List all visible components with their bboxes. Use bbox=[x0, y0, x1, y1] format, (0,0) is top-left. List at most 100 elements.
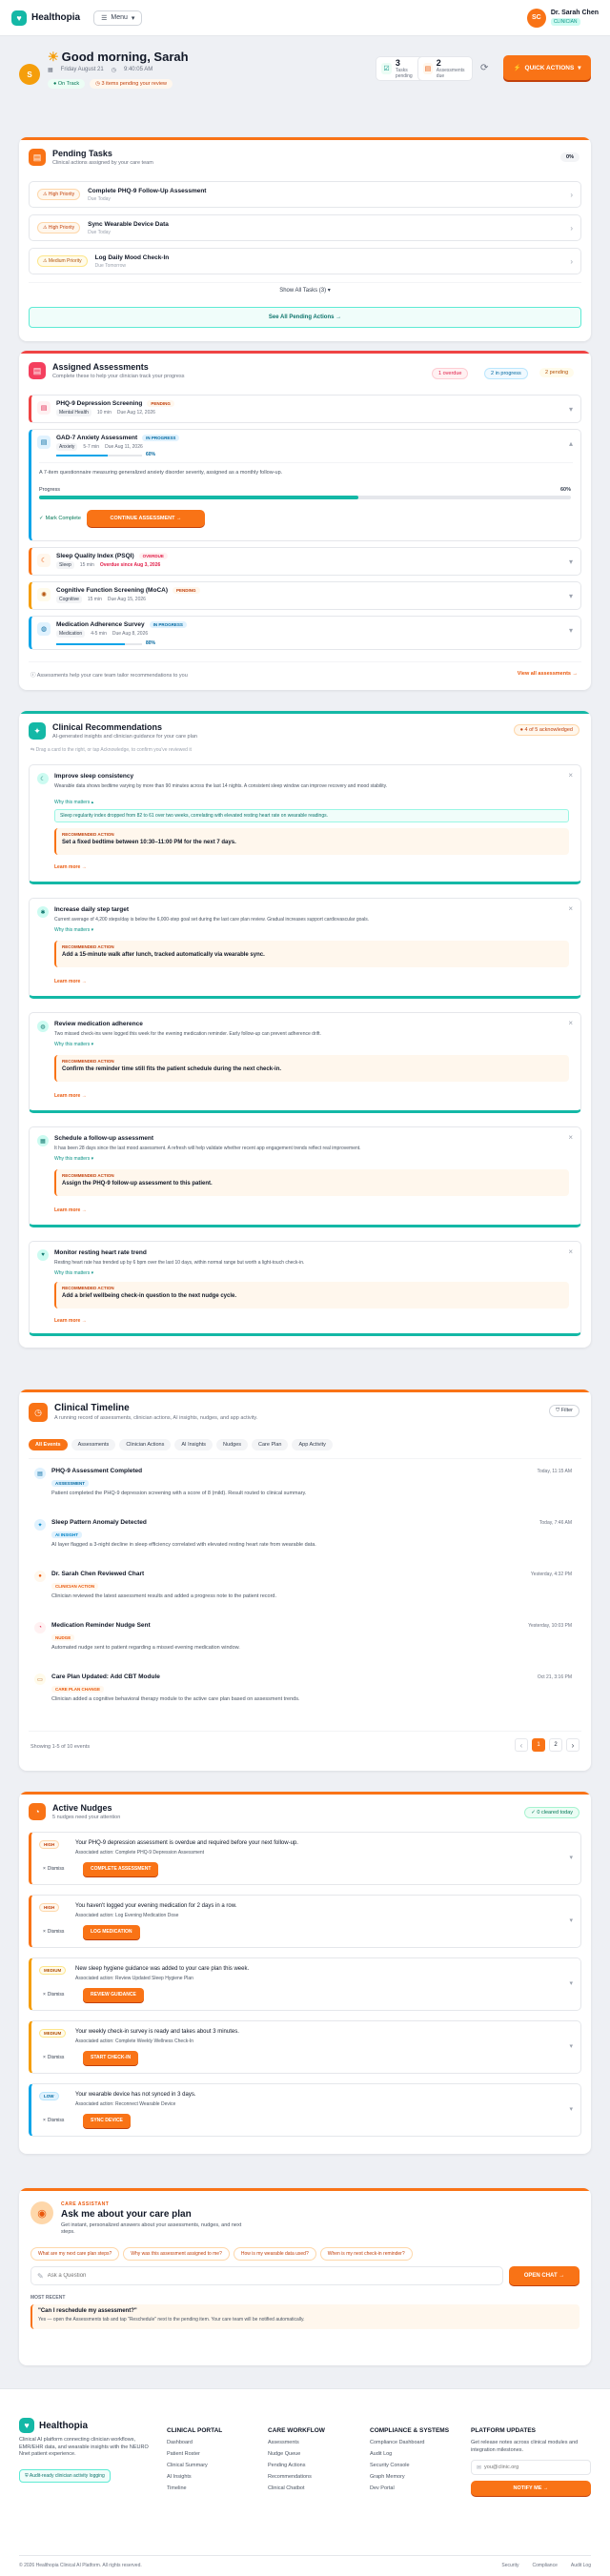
recommendation-card[interactable]: ◍ Review medication adherence × Two miss… bbox=[29, 1012, 581, 1113]
timeline-event[interactable]: ▤ PHQ-9 Assessment Completed Today, 11:1… bbox=[29, 1468, 581, 1515]
chevron-right-icon[interactable]: › bbox=[566, 1738, 580, 1752]
continue-assessment-button[interactable]: CONTINUE ASSESSMENT → bbox=[87, 510, 205, 527]
task-item[interactable]: ⚠ High Priority Complete PHQ-9 Follow-Up… bbox=[29, 181, 581, 208]
dismiss-button[interactable]: × Dismiss bbox=[43, 1866, 64, 1872]
refresh-icon[interactable]: ⟳ bbox=[480, 63, 488, 73]
suggestion-chip[interactable]: How is my wearable data used? bbox=[233, 2247, 316, 2261]
close-icon[interactable]: × bbox=[568, 1247, 573, 1256]
footer-link[interactable]: Dashboard bbox=[167, 2440, 222, 2445]
chevron-down-icon[interactable]: ▾ bbox=[569, 558, 573, 566]
assessments-due-stat[interactable]: ▤ 2 Assessments due bbox=[417, 56, 473, 81]
nudge-item[interactable]: HIGH You haven't logged your evening med… bbox=[29, 1895, 581, 1948]
footer-link[interactable]: AI Insights bbox=[167, 2474, 222, 2480]
assessment-item[interactable]: ▤ PHQ-9 Depression Screening PENDING Ment… bbox=[29, 395, 581, 423]
tab-all-events[interactable]: All Events bbox=[29, 1439, 68, 1450]
why-this-matters-link[interactable]: Why this matters ▾ bbox=[54, 1270, 93, 1276]
nudge-item[interactable]: MEDIUM Your weekly check-in survey is re… bbox=[29, 2020, 581, 2074]
task-item[interactable]: ⚠ High Priority Sync Wearable Device Dat… bbox=[29, 214, 581, 241]
learn-more-link[interactable]: Learn more → bbox=[54, 1093, 87, 1099]
close-icon[interactable]: × bbox=[568, 1019, 573, 1027]
close-icon[interactable]: × bbox=[568, 904, 573, 913]
assessment-item-expanded[interactable]: ▤ GAD-7 Anxiety Assessment IN PROGRESS An… bbox=[29, 429, 581, 541]
filter-button[interactable]: ⛉ Filter bbox=[549, 1405, 580, 1417]
why-this-matters-link[interactable]: Why this matters ▾ bbox=[54, 927, 93, 933]
nudge-action-button[interactable]: LOG MEDICATION bbox=[83, 1925, 140, 1939]
footer-link[interactable]: Timeline bbox=[167, 2485, 222, 2491]
assessment-item[interactable]: ☾ Sleep Quality Index (PSQI) OVERDUE Slee… bbox=[29, 547, 581, 576]
nudge-item[interactable]: HIGH Your PHQ-9 depression assessment is… bbox=[29, 1832, 581, 1885]
timeline-event[interactable]: ✦ Sleep Pattern Anomaly Detected Today, … bbox=[29, 1519, 581, 1567]
question-input-field[interactable] bbox=[47, 2273, 486, 2279]
suggestion-chip[interactable]: What are my next care plan steps? bbox=[30, 2247, 120, 2261]
footer-link[interactable]: Compliance bbox=[532, 2563, 557, 2568]
tab-nudges[interactable]: Nudges bbox=[216, 1439, 249, 1450]
nudge-action-button[interactable]: START CHECK-IN bbox=[83, 2051, 139, 2065]
chevron-down-icon[interactable]: ▾ bbox=[569, 1979, 573, 1987]
footer-link[interactable]: Security bbox=[501, 2563, 518, 2568]
close-icon[interactable]: × bbox=[568, 1133, 573, 1142]
close-icon[interactable]: × bbox=[568, 771, 573, 780]
nudge-item[interactable]: LOW Your wearable device has not synced … bbox=[29, 2083, 581, 2137]
tab-app-activity[interactable]: App Activity bbox=[292, 1439, 333, 1450]
footer-link[interactable]: Compliance Dashboard bbox=[370, 2440, 452, 2445]
suggestion-chip[interactable]: When is my next check-in reminder? bbox=[319, 2247, 413, 2261]
footer-link[interactable]: Dev Portal bbox=[370, 2485, 452, 2491]
chevron-left-icon[interactable]: ‹ bbox=[515, 1738, 528, 1752]
see-all-actions-button[interactable]: See All Pending Actions → bbox=[29, 307, 581, 328]
chevron-down-icon[interactable]: ▾ bbox=[569, 2042, 573, 2050]
nudge-action-button[interactable]: COMPLETE ASSESSMENT bbox=[83, 1862, 159, 1876]
assessment-item[interactable]: ✺ Cognitive Function Screening (MoCA) PEN… bbox=[29, 581, 581, 610]
footer-link[interactable]: Audit Log bbox=[370, 2451, 452, 2457]
dismiss-button[interactable]: × Dismiss bbox=[43, 1992, 64, 1998]
chevron-down-icon[interactable]: ▾ bbox=[569, 592, 573, 600]
timeline-event[interactable]: ● Dr. Sarah Chen Reviewed Chart Yesterda… bbox=[29, 1571, 581, 1618]
dismiss-button[interactable]: × Dismiss bbox=[43, 2055, 64, 2060]
mark-complete-button[interactable]: ✓ Mark Complete bbox=[39, 516, 81, 521]
suggestion-chip[interactable]: Why was this assessment assigned to me? bbox=[123, 2247, 230, 2261]
footer-link[interactable]: Patient Roster bbox=[167, 2451, 222, 2457]
view-all-assessments-link[interactable]: View all assessments → bbox=[518, 671, 578, 677]
footer-link[interactable]: Audit Log bbox=[571, 2563, 591, 2568]
chevron-down-icon[interactable]: ▾ bbox=[569, 1917, 573, 1924]
footer-link[interactable]: Clinical Summary bbox=[167, 2463, 222, 2468]
learn-more-link[interactable]: Learn more → bbox=[54, 1207, 87, 1213]
tab-assessments[interactable]: Assessments bbox=[71, 1439, 116, 1450]
dismiss-button[interactable]: × Dismiss bbox=[43, 2118, 64, 2123]
email-field[interactable] bbox=[484, 2464, 580, 2470]
app-logo[interactable]: ♥ Healthopia bbox=[11, 10, 80, 26]
recommendation-card[interactable]: ✱ Increase daily step target × Current a… bbox=[29, 898, 581, 999]
notify-me-button[interactable]: NOTIFY ME → bbox=[471, 2481, 591, 2496]
pending-review-chip[interactable]: ◷ 3 items pending your review bbox=[90, 79, 173, 89]
why-this-matters-link[interactable]: Why this matters ▾ bbox=[54, 1156, 93, 1162]
why-this-matters-link[interactable]: Why this matters ▾ bbox=[54, 1042, 93, 1047]
footer-link[interactable]: Clinical Chatbot bbox=[268, 2485, 325, 2491]
chevron-down-icon[interactable]: ▾ bbox=[569, 405, 573, 414]
nudge-item[interactable]: MEDIUM New sleep hygiene guidance was ad… bbox=[29, 1957, 581, 2011]
assessment-item[interactable]: ◍ Medication Adherence Survey IN PROGRESS… bbox=[29, 616, 581, 650]
footer-link[interactable]: Pending Actions bbox=[268, 2463, 325, 2468]
recommendation-card[interactable]: ♥ Monitor resting heart rate trend × Res… bbox=[29, 1241, 581, 1336]
show-all-tasks-button[interactable]: Show All Tasks (3) ▾ bbox=[29, 282, 581, 297]
learn-more-link[interactable]: Learn more → bbox=[54, 1318, 87, 1324]
chevron-down-icon[interactable]: ▾ bbox=[569, 626, 573, 635]
why-this-matters-link[interactable]: Why this matters ▴ bbox=[54, 800, 93, 805]
open-chat-button[interactable]: OPEN CHAT → bbox=[509, 2266, 580, 2285]
learn-more-link[interactable]: Learn more → bbox=[54, 864, 87, 870]
timeline-event[interactable]: ▭ Care Plan Updated: Add CBT Module Oct … bbox=[29, 1673, 581, 1721]
dismiss-button[interactable]: × Dismiss bbox=[43, 1929, 64, 1935]
nudge-action-button[interactable]: REVIEW GUIDANCE bbox=[83, 1988, 144, 2002]
menu-button[interactable]: ☰ Menu ▾ bbox=[93, 10, 143, 26]
footer-link[interactable]: Recommendations bbox=[268, 2474, 325, 2480]
chevron-down-icon[interactable]: ▾ bbox=[569, 2105, 573, 2113]
quick-actions-button[interactable]: ⚡ QUICK ACTIONS ▾ bbox=[503, 55, 591, 80]
task-item[interactable]: ⚠ Medium Priority Log Daily Mood Check-I… bbox=[29, 248, 581, 274]
nudge-action-button[interactable]: SYNC DEVICE bbox=[83, 2114, 131, 2128]
tab-clinician-actions[interactable]: Clinician Actions bbox=[119, 1439, 172, 1450]
user-profile[interactable]: SC Dr. Sarah Chen CLINICIAN bbox=[526, 8, 599, 28]
tab-care-plan[interactable]: Care Plan bbox=[252, 1439, 289, 1450]
footer-link[interactable]: Assessments bbox=[268, 2440, 325, 2445]
timeline-event[interactable]: ◔ Medication Reminder Nudge Sent Yesterd… bbox=[29, 1622, 581, 1670]
tab-ai-insights[interactable]: AI Insights bbox=[174, 1439, 214, 1450]
email-input[interactable]: ✉ bbox=[471, 2460, 591, 2475]
footer-link[interactable]: Security Console bbox=[370, 2463, 452, 2468]
